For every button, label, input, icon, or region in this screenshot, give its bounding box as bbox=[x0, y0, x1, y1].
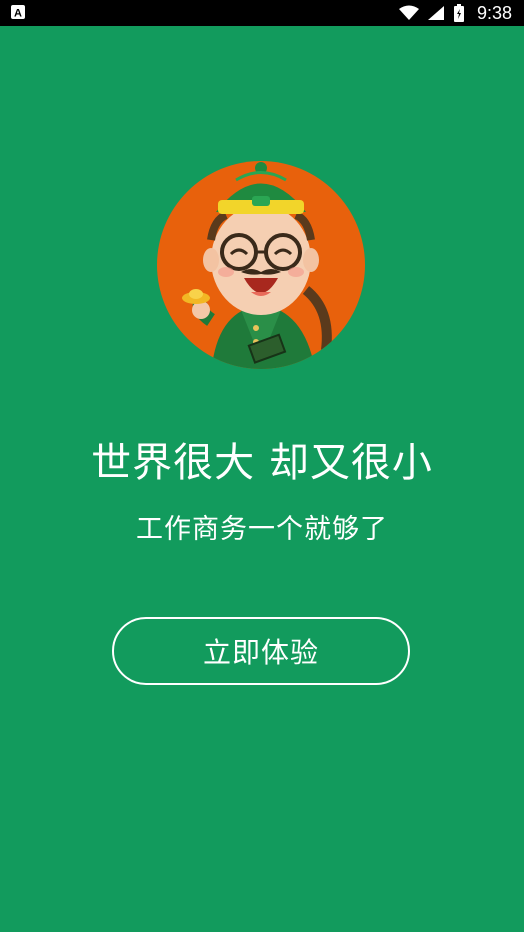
try-now-button-label: 立即体验 bbox=[202, 636, 319, 669]
headline: 世界很大 却又很小 bbox=[91, 440, 433, 486]
subline: 工作商务一个就够了 bbox=[136, 514, 388, 545]
status-icons: 9:38 bbox=[398, 0, 512, 26]
cartoon-merchant-avatar-icon bbox=[157, 161, 365, 369]
battery-icon bbox=[453, 4, 464, 22]
a-icon: A bbox=[11, 5, 25, 20]
status-bar: A 9:38 bbox=[0, 0, 524, 26]
signal-icon bbox=[427, 6, 444, 20]
status-time: 9:38 bbox=[476, 2, 512, 23]
avatar bbox=[156, 160, 366, 370]
try-now-button[interactable]: 立即体验 bbox=[112, 617, 410, 685]
wifi-icon bbox=[398, 5, 419, 20]
svg-text:A: A bbox=[14, 8, 22, 20]
